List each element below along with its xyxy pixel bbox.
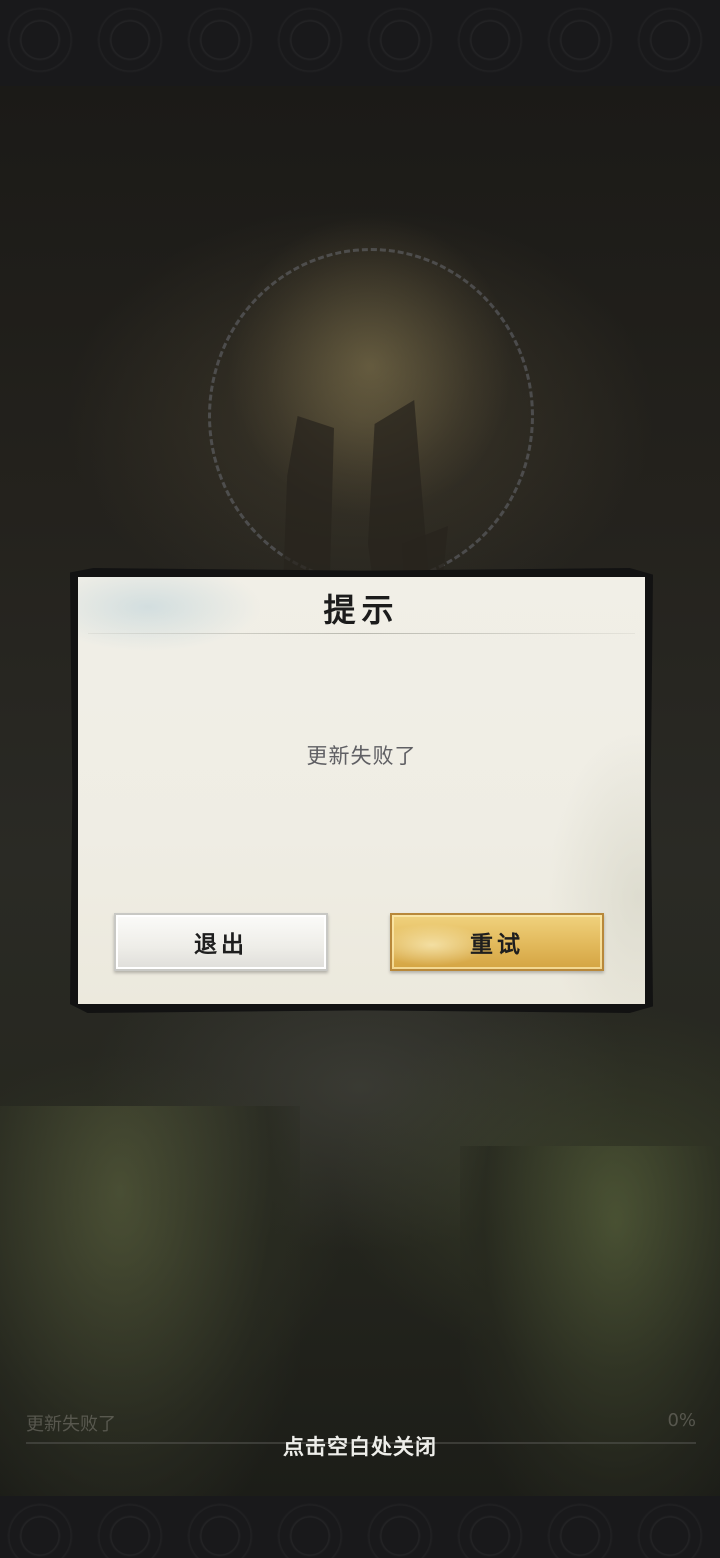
exit-button[interactable]: 退出: [114, 913, 328, 971]
close-hint[interactable]: 点击空白处关闭: [0, 1431, 720, 1461]
game-screen: 更新失败了 0% 点击空白处关闭 提示 更新失败了 退出 重试: [0, 0, 720, 1558]
dialog-title: 提示: [323, 591, 400, 629]
loading-percent: 0%: [667, 1410, 696, 1431]
update-failed-dialog: 提示 更新失败了 退出 重试: [78, 577, 645, 1004]
top-decorative-band: [0, 0, 720, 86]
left-cliff: [0, 1106, 300, 1526]
right-cliff: [460, 1146, 720, 1526]
dialog-message: 更新失败了: [306, 744, 417, 768]
retry-button[interactable]: 重试: [390, 913, 604, 971]
bottom-decorative-band: [0, 1496, 720, 1558]
title-divider: [88, 633, 635, 634]
